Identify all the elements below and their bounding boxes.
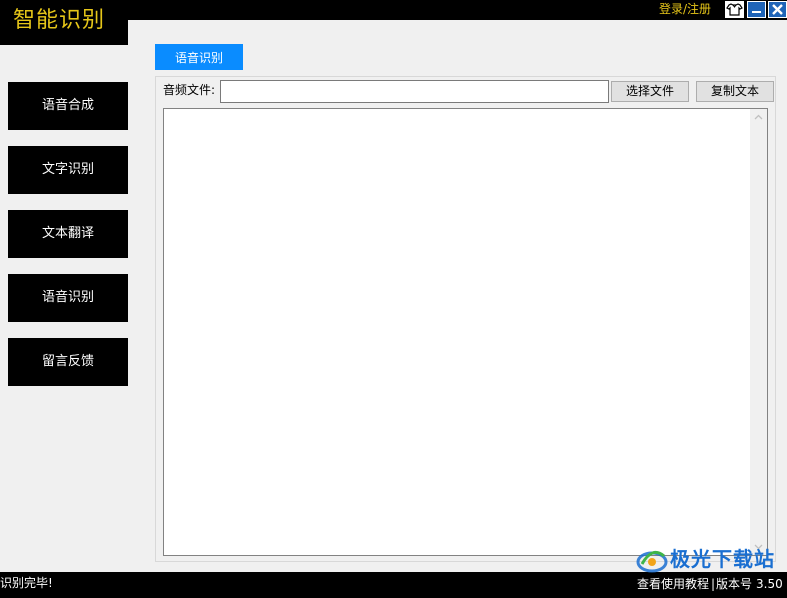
- skin-button[interactable]: [725, 1, 744, 18]
- choose-file-button[interactable]: 选择文件: [611, 81, 689, 102]
- watermark: 极光下载站: [630, 540, 782, 594]
- chevron-up-icon: [754, 114, 763, 120]
- vertical-scrollbar[interactable]: [750, 109, 767, 555]
- watermark-text: 极光下载站: [670, 547, 775, 571]
- sidebar-item-text-translation[interactable]: 文本翻译: [8, 210, 128, 258]
- audio-file-input[interactable]: [220, 80, 609, 103]
- audio-file-label: 音频文件:: [163, 83, 216, 97]
- aurora-logo-icon: [636, 550, 668, 573]
- sidebar-item-text-recognition[interactable]: 文字识别: [8, 146, 128, 194]
- content-panel: 音频文件: 选择文件 复制文本: [155, 76, 776, 562]
- scroll-up-button[interactable]: [750, 109, 767, 126]
- sidebar-item-feedback[interactable]: 留言反馈: [8, 338, 128, 386]
- status-message: 识别完毕!: [0, 576, 53, 590]
- login-register-link[interactable]: 登录/注册: [659, 2, 711, 17]
- shirt-icon: [726, 3, 743, 16]
- sidebar-item-speech-synthesis[interactable]: 语音合成: [8, 82, 128, 130]
- close-button[interactable]: [768, 1, 787, 18]
- minimize-button[interactable]: [747, 1, 766, 18]
- main-panel: 语音合成 文字识别 文本翻译 语音识别 留言反馈 语音识别 音频文件: 选择文件…: [0, 20, 787, 572]
- close-icon: [772, 4, 783, 15]
- copy-text-button[interactable]: 复制文本: [696, 81, 774, 102]
- minimize-icon: [752, 11, 761, 13]
- tab-speech-recognition[interactable]: 语音识别: [155, 44, 243, 70]
- app-title: 智能识别: [0, 0, 128, 45]
- sidebar-item-speech-recognition[interactable]: 语音识别: [8, 274, 128, 322]
- result-text-area[interactable]: [163, 108, 768, 556]
